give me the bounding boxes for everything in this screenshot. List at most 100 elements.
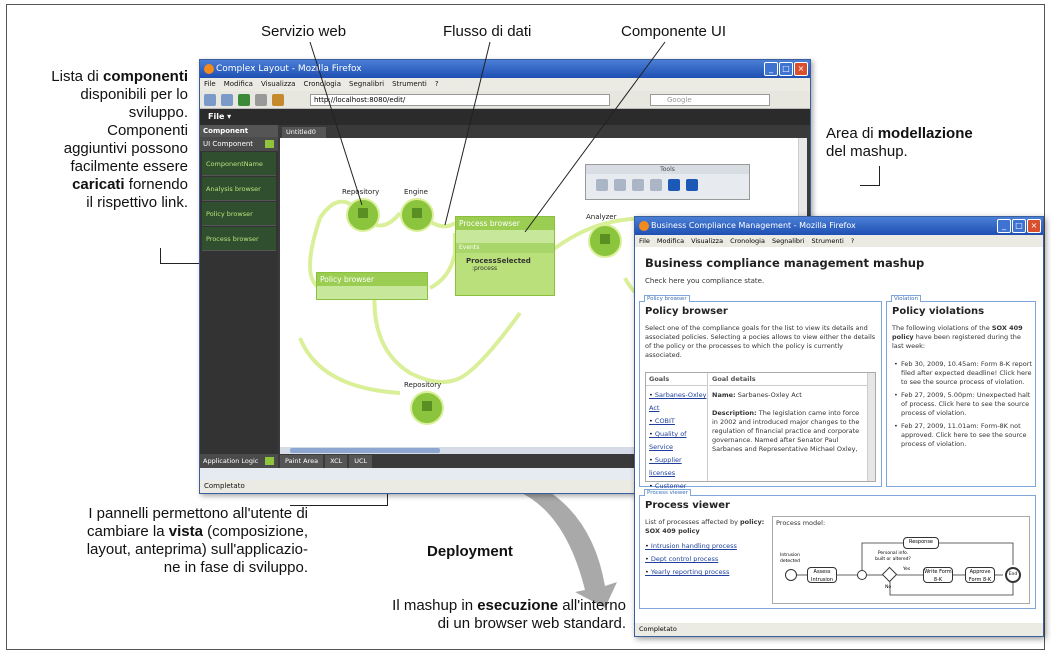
menu-cronologia[interactable]: Cronologia xyxy=(730,235,765,247)
process-model: Process model: Intrusion detected Assess… xyxy=(772,516,1030,604)
details-header: Goal details xyxy=(709,373,867,386)
tools-palette: Tools xyxy=(585,164,750,200)
undo-icon[interactable] xyxy=(596,179,608,191)
firefox-icon xyxy=(204,64,214,74)
tab-paint-area[interactable]: Paint Area xyxy=(280,455,324,468)
node-label: Repository xyxy=(404,381,442,389)
tab-xcl[interactable]: XCL xyxy=(325,455,348,468)
maximize-icon[interactable]: □ xyxy=(1012,219,1026,233)
tab-untitled[interactable]: Untitled0 xyxy=(282,127,326,138)
save-icon[interactable] xyxy=(668,179,680,191)
goal-link[interactable]: COBIT xyxy=(649,415,707,428)
engine-node[interactable] xyxy=(400,198,434,232)
component-item[interactable]: Process browser xyxy=(202,227,276,251)
start-event-icon xyxy=(785,569,797,581)
reload-icon[interactable] xyxy=(238,94,250,106)
url-bar[interactable]: http://localhost:8080/edit/ xyxy=(310,94,610,106)
menu-help[interactable]: ? xyxy=(435,78,439,91)
ui-component-section[interactable]: UI Component xyxy=(200,137,278,151)
violation-intro: The following violations of the SOX 409 … xyxy=(892,324,1032,351)
minimize-icon[interactable]: _ xyxy=(997,219,1011,233)
process-link[interactable]: Dept control process xyxy=(645,553,737,566)
properties-icon[interactable] xyxy=(650,179,662,191)
node-label: Analyzer xyxy=(586,213,617,221)
runtime-browser-window: Business Compliance Management - Mozilla… xyxy=(634,216,1044,637)
forward-icon[interactable] xyxy=(221,94,233,106)
menu-modifica[interactable]: Modifica xyxy=(657,235,684,247)
menu-segnalibri[interactable]: Segnalibri xyxy=(772,235,805,247)
minimize-icon[interactable]: _ xyxy=(764,62,778,76)
page-subtitle: Check here you compliance state. xyxy=(645,277,765,285)
view-tabs: Paint Area XCL UCL xyxy=(280,455,373,468)
goal-name: Name: Sarbanes-Oxley Act xyxy=(712,391,862,400)
goals-header: Goals xyxy=(646,373,707,386)
task-write: Write Form 8-K xyxy=(923,567,953,583)
editor-titlebar: Complex Layout - Mozilla Firefox _ □ × xyxy=(200,60,810,78)
app-file-menu[interactable]: File ▾ xyxy=(200,109,810,125)
task-assess: Assess Intrusion xyxy=(807,567,837,583)
component-item[interactable]: ComponentName xyxy=(202,152,276,176)
close-icon[interactable]: × xyxy=(794,62,808,76)
violation-item[interactable]: Feb 27, 2009, 11.01am: Form-8K not appro… xyxy=(894,422,1032,449)
repository-node[interactable] xyxy=(346,198,380,232)
pane-title: Process viewer xyxy=(645,500,730,511)
process-link[interactable]: Intrusion handling process xyxy=(645,540,737,553)
annotation-components-list: Lista di componenti disponibili per lo s… xyxy=(51,68,188,211)
decision-label: Personal info. built or altered? xyxy=(875,551,911,562)
grid-icon[interactable] xyxy=(632,179,644,191)
tab-ucl[interactable]: UCL xyxy=(349,455,373,468)
events-label: Events xyxy=(456,243,554,253)
close-icon[interactable]: × xyxy=(1027,219,1041,233)
menu-file[interactable]: File xyxy=(639,235,650,247)
home-icon[interactable] xyxy=(272,94,284,106)
analyzer-node[interactable] xyxy=(588,224,622,258)
process-link[interactable]: Yearly reporting process xyxy=(645,566,737,579)
open-folder-icon[interactable] xyxy=(686,179,698,191)
intro-text: The following violations of the xyxy=(892,324,990,332)
component-toolbar xyxy=(456,230,554,243)
back-icon[interactable] xyxy=(204,94,216,106)
menu-help[interactable]: ? xyxy=(851,235,854,247)
pane-title: Policy violations xyxy=(892,306,985,317)
yes-label: Yes xyxy=(903,567,911,572)
annotation-modeling-area: Area di modellazione del mashup. xyxy=(826,125,973,160)
component-toolbar xyxy=(317,286,427,299)
maximize-icon[interactable]: □ xyxy=(779,62,793,76)
menu-cronologia[interactable]: Cronologia xyxy=(303,78,341,91)
violation-item[interactable]: Feb 30, 2009, 10.45am: Form 8-K report f… xyxy=(894,360,1032,387)
start-label: Intrusion detected xyxy=(779,553,801,564)
add-icon[interactable] xyxy=(265,457,274,465)
label-deployment: Deployment xyxy=(427,543,513,560)
task-approve: Approve Form 8-K xyxy=(965,567,995,583)
goal-link[interactable]: Supplier licenses xyxy=(649,454,707,480)
name-value: Sarbanes-Oxley Act xyxy=(737,391,802,399)
menu-visualizza[interactable]: Visualizza xyxy=(261,78,295,91)
policy-browser-pane: Policy browser Policy browser Select one… xyxy=(639,295,882,503)
stop-icon[interactable] xyxy=(255,94,267,106)
menu-strumenti[interactable]: Strumenti xyxy=(392,78,427,91)
policy-browser-component[interactable]: Policy browser xyxy=(316,272,428,300)
component-item[interactable]: Analysis browser xyxy=(202,177,276,201)
repository-node[interactable] xyxy=(410,391,444,425)
annotation-runtime: Il mashup in esecuzione all'interno di u… xyxy=(392,597,626,632)
component-item[interactable]: Policy browser xyxy=(202,202,276,226)
application-logic-section[interactable]: Application Logic xyxy=(200,454,278,468)
goal-link[interactable]: Sarbanes-Oxley Act xyxy=(649,389,707,415)
menu-modifica[interactable]: Modifica xyxy=(224,78,253,91)
goal-link[interactable]: Quality of Service xyxy=(649,428,707,454)
search-input[interactable]: Google xyxy=(650,94,770,106)
process-browser-component[interactable]: Process browser Events ProcessSelected :… xyxy=(455,216,555,296)
violation-item[interactable]: Feb 27, 2009, 5.00pm: Unexpected halt of… xyxy=(894,391,1032,418)
editor-navbar: http://localhost:8080/edit/ Google xyxy=(200,91,810,109)
menu-segnalibri[interactable]: Segnalibri xyxy=(349,78,384,91)
process-viewer-pane: Process viewer Process viewer List of pr… xyxy=(639,489,1036,609)
menu-strumenti[interactable]: Strumenti xyxy=(812,235,844,247)
redo-icon[interactable] xyxy=(614,179,626,191)
menu-file[interactable]: File xyxy=(204,78,216,91)
label-flusso-dati: Flusso di dati xyxy=(443,23,532,40)
scroll-thumb[interactable] xyxy=(290,448,440,453)
add-icon[interactable] xyxy=(265,140,274,148)
process-list: Intrusion handling process Dept control … xyxy=(645,540,737,579)
menu-visualizza[interactable]: Visualizza xyxy=(691,235,723,247)
details-scrollbar[interactable] xyxy=(867,373,875,481)
